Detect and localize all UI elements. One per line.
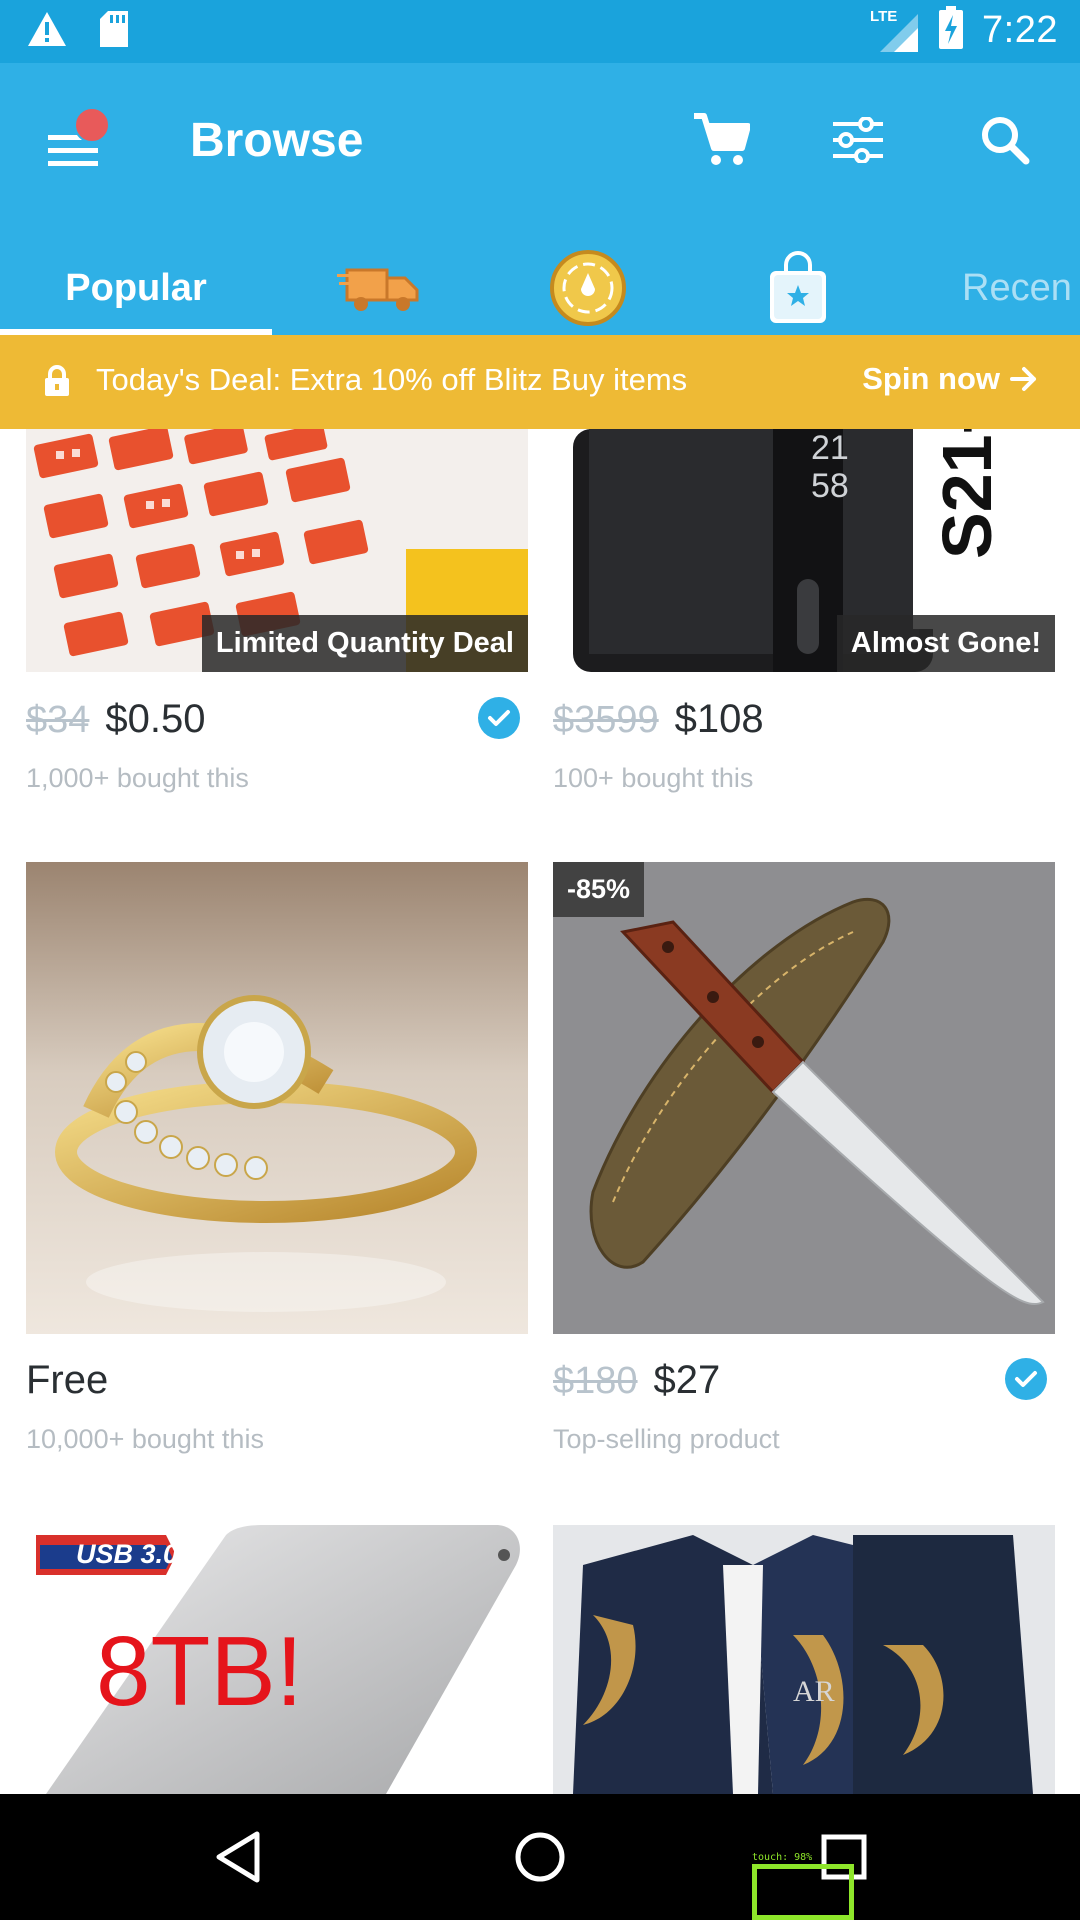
deal-banner[interactable]: Today's Deal: Extra 10% off Blitz Buy it… — [0, 335, 1080, 429]
product-feed[interactable]: Limited Quantity Deal $34 $0.50 1,000+ b… — [0, 429, 1080, 1794]
sd-card-icon — [98, 10, 130, 53]
sale-price: $0.50 — [105, 697, 206, 741]
home-icon — [515, 1832, 565, 1882]
app-bar: Browse Popular Recen — [0, 63, 1080, 335]
product-card[interactable]: AR — [553, 1525, 1055, 1794]
original-price: $3599 — [553, 699, 659, 741]
product-image: AR — [553, 1525, 1055, 1794]
status-bar: LTE 7:22 — [0, 0, 1080, 63]
touch-indicator — [752, 1864, 854, 1920]
product-card[interactable]: Free 10,000+ bought this — [26, 862, 528, 1454]
product-badge: Limited Quantity Deal — [201, 615, 528, 672]
search-icon — [982, 117, 1030, 165]
usb-badge-text: USB 3.0 — [76, 1539, 179, 1569]
sale-price: $27 — [653, 1358, 721, 1402]
product-card[interactable]: Limited Quantity Deal $34 $0.50 1,000+ b… — [26, 429, 528, 793]
tab-saved[interactable] — [748, 241, 848, 335]
product-image: Limited Quantity Deal — [26, 429, 528, 672]
arrow-right-icon — [1010, 367, 1036, 391]
verified-icon — [1005, 1358, 1047, 1400]
product-photo-tracksuit — [553, 1525, 1055, 1794]
delivery-truck-icon — [337, 268, 419, 311]
sale-price: Free — [26, 1358, 109, 1402]
notification-dot — [74, 107, 110, 143]
cart-icon — [694, 113, 750, 165]
product-card[interactable]: 21 58 S21+ Almost Gone! $3599 $108 100+ … — [553, 429, 1055, 793]
signal-icon: LTE — [870, 8, 920, 54]
product-photo-knife — [553, 862, 1055, 1334]
product-tagline: Top-selling product — [553, 1424, 780, 1454]
product-image — [26, 862, 528, 1334]
touch-indicator-label: touch: 98% — [752, 1852, 813, 1863]
filter-button[interactable] — [823, 105, 893, 175]
tab-recent[interactable]: Recen — [962, 241, 1080, 335]
purchase-count: 100+ bought this — [553, 763, 754, 793]
original-price: $34 — [26, 699, 90, 741]
discount-badge: -85% — [553, 862, 645, 917]
capacity-text: 8TB! — [96, 1616, 303, 1726]
tab-blitz[interactable] — [540, 241, 636, 335]
watch-clock-text: 21 58 — [811, 429, 849, 505]
category-tabs: Popular Recen — [0, 241, 1080, 335]
tab-label: Recen — [962, 266, 1072, 309]
product-card[interactable]: USB 3.0 8TB! — [26, 1525, 528, 1794]
product-image: -85% — [553, 862, 1055, 1334]
blitz-wheel-icon — [550, 250, 626, 326]
price-row: $180 $27 — [553, 1358, 720, 1403]
product-image: 21 58 S21+ Almost Gone! — [553, 429, 1055, 672]
purchase-count: 1,000+ bought this — [26, 763, 249, 793]
product-badge: Almost Gone! — [836, 615, 1055, 672]
system-nav-bar — [0, 1794, 1080, 1920]
tab-label: Popular — [65, 266, 207, 309]
image-text: S21+ — [928, 429, 1006, 559]
spin-now-button[interactable]: Spin now — [862, 361, 1038, 397]
home-button[interactable] — [507, 1824, 573, 1890]
product-photo-ring — [26, 862, 528, 1334]
back-button[interactable] — [205, 1824, 271, 1890]
purchase-count: 10,000+ bought this — [26, 1424, 264, 1454]
original-price: $180 — [553, 1360, 638, 1402]
filter-icon — [833, 117, 883, 163]
menu-button[interactable] — [40, 107, 110, 177]
price-row: $34 $0.50 — [26, 697, 206, 742]
sale-price: $108 — [674, 697, 764, 741]
product-image: USB 3.0 8TB! — [26, 1525, 528, 1794]
tab-delivery[interactable] — [330, 241, 430, 335]
back-icon — [216, 1831, 260, 1883]
price-row: $3599 $108 — [553, 697, 764, 742]
warning-icon — [26, 10, 68, 53]
spin-now-label: Spin now — [862, 361, 1000, 396]
search-button[interactable] — [970, 105, 1040, 175]
product-card[interactable]: -85% $180 $27 Top-selling product — [553, 862, 1055, 1454]
lock-icon — [45, 365, 69, 396]
cart-button[interactable] — [686, 105, 756, 175]
clock: 7:22 — [982, 9, 1058, 51]
shopping-bag-star-icon — [770, 251, 826, 323]
price-row: Free — [26, 1358, 108, 1403]
verified-icon — [478, 697, 520, 739]
deal-text: Today's Deal: Extra 10% off Blitz Buy it… — [96, 362, 688, 397]
brand-logo-text: AR — [793, 1675, 835, 1708]
network-type: LTE — [870, 7, 898, 25]
page-title: Browse — [190, 114, 364, 167]
battery-charging-icon — [938, 6, 964, 55]
tab-popular[interactable]: Popular — [0, 241, 272, 335]
